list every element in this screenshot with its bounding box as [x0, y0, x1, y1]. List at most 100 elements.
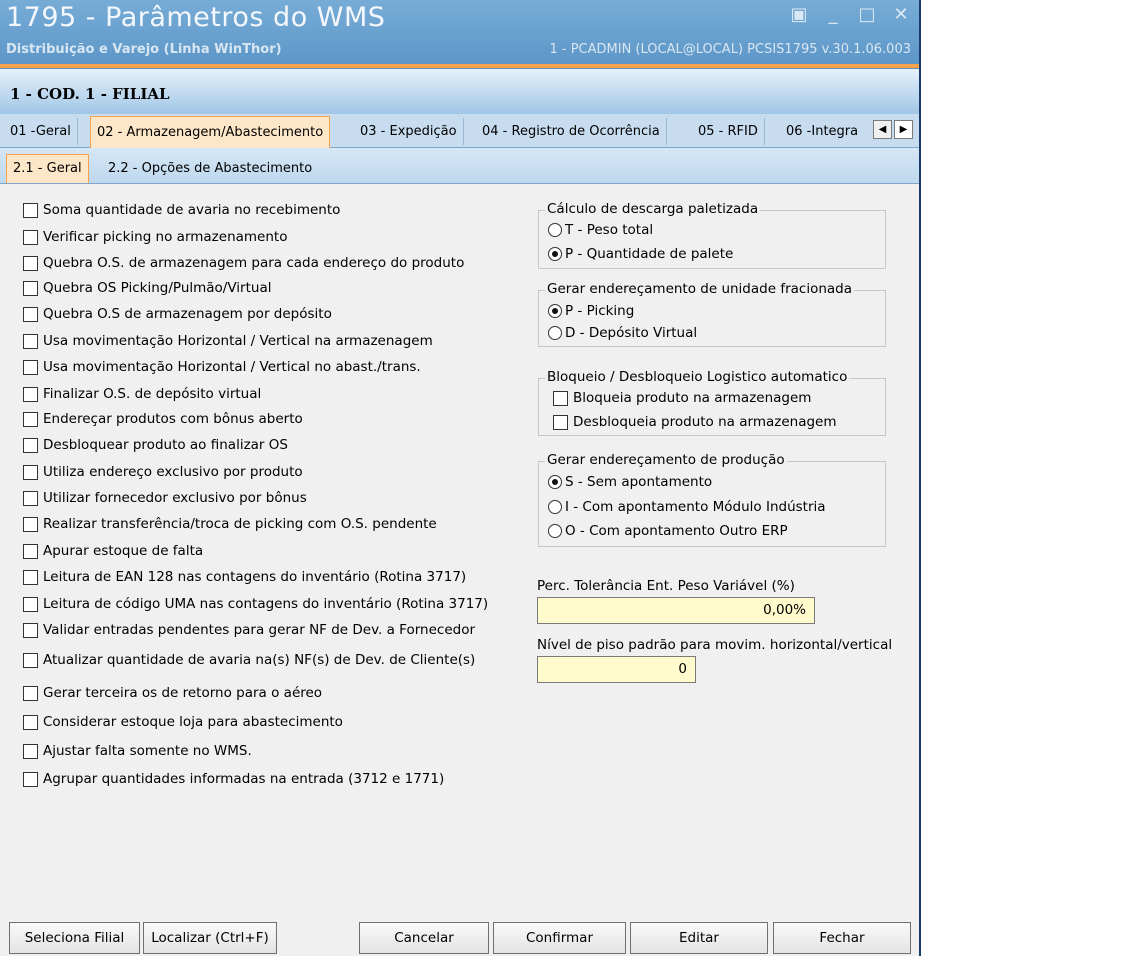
checkbox-item[interactable]: Leitura de código UMA nas contagens do i…	[23, 596, 488, 612]
checkbox-label: Utilizar fornecedor exclusivo por bônus	[43, 490, 307, 506]
checkbox-desbloqueia[interactable]: Desbloqueia produto na armazenagem	[553, 414, 837, 430]
checkbox-label: Ajustar falta somente no WMS.	[43, 743, 252, 759]
radio-fracionada-p[interactable]: P - Picking	[548, 303, 634, 319]
radio-button[interactable]	[548, 326, 562, 340]
checkbox-box[interactable]	[553, 390, 568, 406]
checkbox-box[interactable]	[23, 202, 38, 218]
group-descarga-legend: Cálculo de descarga paletizada	[545, 201, 761, 217]
checkbox-box[interactable]	[23, 516, 38, 532]
piso-label: Nível de piso padrão para movim. horizon…	[537, 637, 893, 653]
tab-armazenagem[interactable]: 02 - Armazenagem/Abastecimento	[90, 116, 331, 148]
checkbox-item[interactable]: Desbloquear produto ao finalizar OS	[23, 437, 288, 453]
window-title: 1795 - Parâmetros do WMS	[6, 2, 386, 33]
checkbox-item[interactable]: Quebra O.S de armazenagem por depósito	[23, 306, 332, 322]
radio-producao-i[interactable]: I - Com apontamento Módulo Indústria	[548, 499, 826, 515]
piso-input[interactable]: 0	[537, 656, 696, 683]
checkbox-label: Gerar terceira os de retorno para o aére…	[43, 685, 323, 701]
tab-scroll-left-icon[interactable]: ◀	[873, 120, 892, 139]
confirmar-button[interactable]: Confirmar	[493, 922, 626, 954]
checkbox-item[interactable]: Gerar terceira os de retorno para o aére…	[23, 685, 322, 701]
tab-scroll-right-icon[interactable]: ▶	[894, 120, 913, 139]
tab-geral[interactable]: 01 -Geral	[4, 118, 78, 145]
radio-button-selected[interactable]	[548, 475, 562, 489]
checkbox-bloqueia[interactable]: Bloqueia produto na armazenagem	[553, 390, 811, 406]
checkbox-item[interactable]: Realizar transferência/troca de picking …	[23, 516, 437, 532]
checkbox-box[interactable]	[23, 596, 38, 612]
tab-registro-ocorrencia[interactable]: 04 - Registro de Ocorrência	[476, 118, 667, 145]
fechar-button[interactable]: Fechar	[773, 922, 911, 954]
radio-label: P - Picking	[565, 303, 635, 319]
checkbox-item[interactable]: Usa movimentação Horizontal / Vertical n…	[23, 333, 433, 349]
checkbox-item[interactable]: Endereçar produtos com bônus aberto	[23, 411, 303, 427]
checkbox-box[interactable]	[23, 229, 38, 245]
checkbox-item[interactable]: Apurar estoque de falta	[23, 543, 203, 559]
seleciona-filial-button[interactable]: Seleciona Filial	[9, 922, 140, 954]
checkbox-item[interactable]: Usa movimentação Horizontal / Vertical n…	[23, 359, 421, 375]
filial-header: 1 - COD. 1 - FILIAL	[0, 68, 919, 115]
checkbox-box[interactable]	[23, 714, 38, 730]
radio-button-selected[interactable]	[548, 304, 562, 318]
checkbox-box[interactable]	[23, 771, 38, 787]
checkbox-item[interactable]: Soma quantidade de avaria no recebimento	[23, 202, 340, 218]
radio-label: T - Peso total	[565, 222, 654, 238]
checkbox-item[interactable]: Agrupar quantidades informadas na entrad…	[23, 771, 444, 787]
editar-button[interactable]: Editar	[630, 922, 768, 954]
tolerancia-input[interactable]: 0,00%	[537, 597, 815, 624]
tab-rfid[interactable]: 05 - RFID	[692, 118, 765, 145]
tab-integracao[interactable]: 06 -Integra	[780, 118, 864, 145]
checkbox-box[interactable]	[23, 464, 38, 480]
checkbox-box[interactable]	[23, 333, 38, 349]
radio-button[interactable]	[548, 223, 562, 237]
checkbox-label: Bloqueia produto na armazenagem	[573, 390, 812, 406]
checkbox-item[interactable]: Validar entradas pendentes para gerar NF…	[23, 622, 475, 638]
checkbox-box[interactable]	[23, 652, 38, 668]
checkbox-item[interactable]: Quebra O.S. de armazenagem para cada end…	[23, 255, 464, 271]
checkbox-box[interactable]	[23, 490, 38, 506]
checkbox-item[interactable]: Ajustar falta somente no WMS.	[23, 743, 252, 759]
checkbox-box[interactable]	[23, 255, 38, 271]
checkbox-box[interactable]	[23, 386, 38, 402]
cancelar-button[interactable]: Cancelar	[359, 922, 489, 954]
radio-label: O - Com apontamento Outro ERP	[565, 523, 788, 539]
tab-expedicao[interactable]: 03 - Expedição	[354, 118, 464, 145]
radio-button-selected[interactable]	[548, 247, 562, 261]
checkbox-box[interactable]	[23, 411, 38, 427]
checkbox-item[interactable]: Utiliza endereço exclusivo por produto	[23, 464, 303, 480]
checkbox-box[interactable]	[23, 685, 38, 701]
checkbox-item[interactable]: Leitura de EAN 128 nas contagens do inve…	[23, 569, 466, 585]
subtab-abastecimento[interactable]: 2.2 - Opções de Abastecimento	[102, 156, 318, 182]
radio-descarga-t[interactable]: T - Peso total	[548, 222, 653, 238]
radio-producao-s[interactable]: S - Sem apontamento	[548, 474, 712, 490]
checkbox-item[interactable]: Quebra OS Picking/Pulmão/Virtual	[23, 280, 271, 296]
maximize-icon[interactable]: □	[857, 4, 877, 25]
localizar-button[interactable]: Localizar (Ctrl+F)	[143, 922, 277, 954]
minimize-icon[interactable]: _	[823, 4, 843, 25]
checkbox-box[interactable]	[553, 414, 568, 430]
subtab-geral[interactable]: 2.1 - Geral	[6, 154, 89, 183]
checkbox-box[interactable]	[23, 543, 38, 559]
radio-button[interactable]	[548, 524, 562, 538]
checkbox-box[interactable]	[23, 569, 38, 585]
radio-producao-o[interactable]: O - Com apontamento Outro ERP	[548, 523, 788, 539]
radio-fracionada-d[interactable]: D - Depósito Virtual	[548, 325, 697, 341]
close-icon[interactable]: ✕	[891, 4, 911, 25]
checkbox-box[interactable]	[23, 280, 38, 296]
checkbox-box[interactable]	[23, 743, 38, 759]
checkbox-label: Desbloqueia produto na armazenagem	[573, 414, 837, 430]
checkbox-box[interactable]	[23, 622, 38, 638]
checkbox-box[interactable]	[23, 437, 38, 453]
main-window: 1795 - Parâmetros do WMS Distribuição e …	[0, 0, 921, 956]
checkbox-item[interactable]: Finalizar O.S. de depósito virtual	[23, 386, 261, 402]
checkbox-item[interactable]: Utilizar fornecedor exclusivo por bônus	[23, 490, 307, 506]
checkbox-item[interactable]: Verificar picking no armazenamento	[23, 229, 287, 245]
checkbox-item[interactable]: Considerar estoque loja para abastecimen…	[23, 714, 343, 730]
radio-button[interactable]	[548, 500, 562, 514]
checkbox-item[interactable]: Atualizar quantidade de avaria na(s) NF(…	[23, 652, 475, 668]
checkbox-box[interactable]	[23, 306, 38, 322]
checkbox-label: Usa movimentação Horizontal / Vertical n…	[43, 333, 433, 349]
checkbox-box[interactable]	[23, 359, 38, 375]
radio-descarga-p[interactable]: P - Quantidade de palete	[548, 246, 733, 262]
main-tabs: 01 -Geral 02 - Armazenagem/Abastecimento…	[0, 114, 919, 148]
checkbox-label: Quebra O.S. de armazenagem para cada end…	[43, 255, 465, 271]
restore-icon[interactable]: ▣	[789, 4, 809, 25]
